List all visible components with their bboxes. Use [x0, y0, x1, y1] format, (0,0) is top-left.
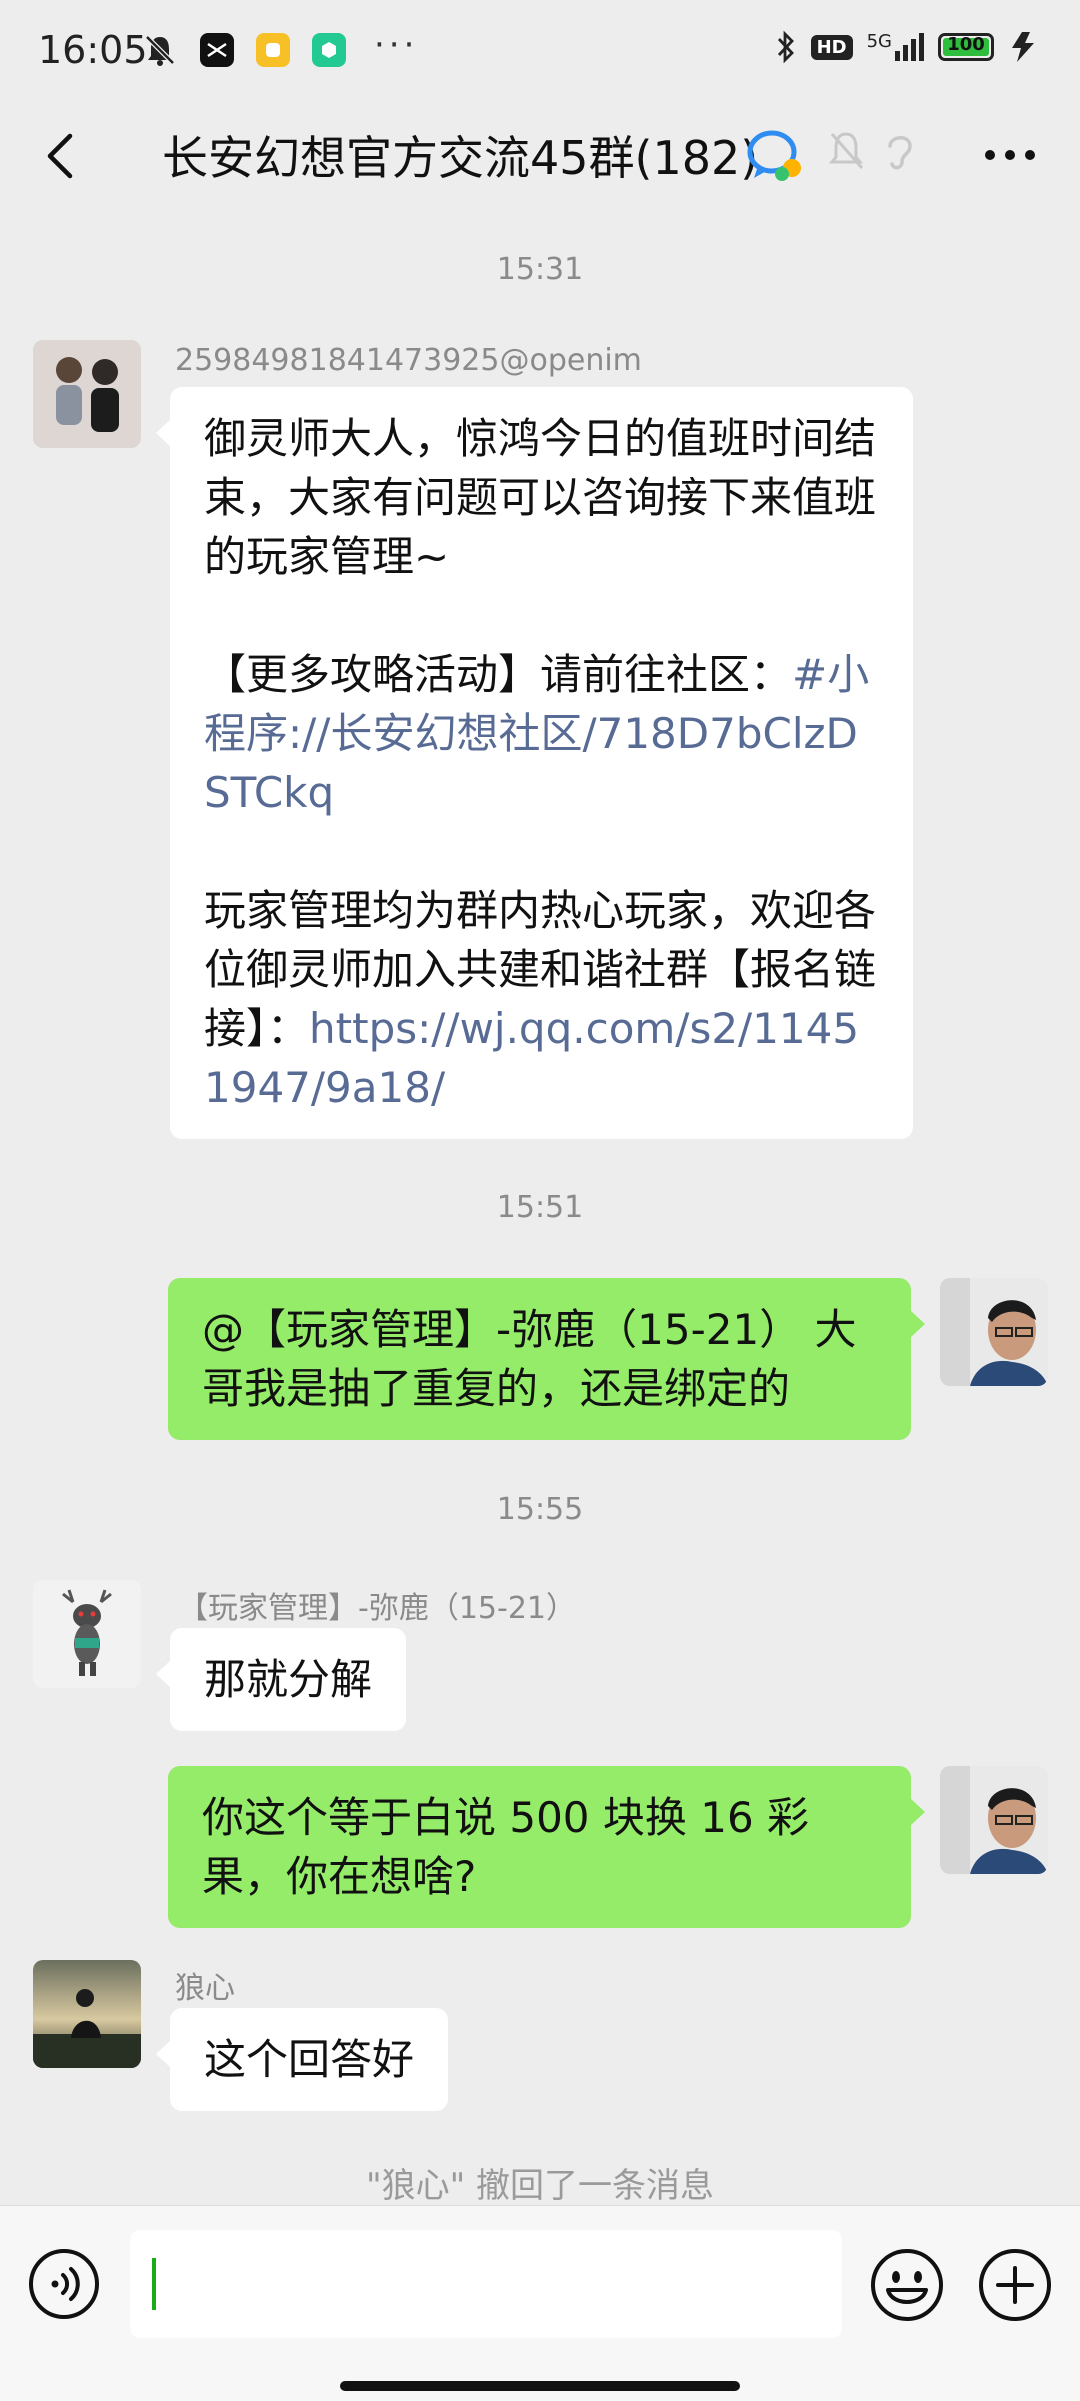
message-text: 御灵师大人，惊鸿今日的值班时间结束，大家有问题可以咨询接下来值班的玩家管理~ 【…: [204, 414, 877, 699]
message-bubble[interactable]: 你这个等于白说 500 块换 16 彩果，你在想啥?: [168, 1766, 925, 1928]
network-label: 5G: [866, 31, 892, 52]
emoji-icon[interactable]: [870, 2248, 944, 2322]
status-time: 16:05: [38, 28, 148, 72]
charging-icon: [1012, 32, 1034, 62]
sender-name: 狼心: [175, 1971, 235, 2006]
message-text: 这个回答好: [204, 2035, 415, 2084]
back-arrow-icon[interactable]: [30, 126, 90, 186]
time-label: 15:55: [496, 1492, 584, 1527]
message-bubble[interactable]: 这个回答好: [155, 2008, 449, 2111]
mute-bell-icon: [145, 35, 175, 66]
text-cursor: [152, 2258, 156, 2310]
my-avatar[interactable]: [940, 1278, 1048, 1386]
mute-icon: [828, 132, 864, 169]
avatar[interactable]: [33, 1960, 141, 2068]
my-avatar[interactable]: [940, 1766, 1048, 1874]
more-icon[interactable]: [980, 130, 1040, 180]
status-left-icons: ···: [142, 25, 418, 68]
chat-header: 长安幻想官方交流45群(182): [0, 100, 1080, 220]
ear-icon: [888, 136, 912, 170]
bluetooth-icon: [777, 30, 794, 64]
signal-icon: 5G: [867, 33, 924, 61]
message-text: 那就分解: [204, 1655, 373, 1704]
status-bar: 16:05 ··· HD 5G 100: [0, 0, 1080, 100]
input-bar: [0, 2205, 1080, 2401]
message-bubble[interactable]: 御灵师大人，惊鸿今日的值班时间结束，大家有问题可以咨询接下来值班的玩家管理~ 【…: [156, 387, 913, 1139]
time-label: 15:31: [496, 252, 584, 287]
message-bubble[interactable]: @【玩家管理】-弥鹿（15-21） 大哥我是抽了重复的，还是绑定的: [168, 1278, 925, 1440]
status-right-icons: HD 5G 100: [775, 30, 1040, 64]
capcut-icon: [200, 33, 234, 67]
voice-icon[interactable]: [28, 2248, 100, 2320]
sender-name: 25984981841473925@openim: [175, 343, 642, 378]
group-chat-icon[interactable]: [746, 128, 806, 184]
message-input[interactable]: [130, 2230, 842, 2338]
message-bubble[interactable]: 那就分解: [155, 1628, 407, 1731]
avatar[interactable]: [33, 340, 141, 448]
sender-name: 【玩家管理】-弥鹿（15-21）: [178, 1591, 576, 1626]
hd-icon: HD: [810, 34, 853, 60]
battery-percent: 100: [947, 34, 985, 55]
green-app-icon: [312, 33, 346, 67]
message-text: @【玩家管理】-弥鹿（15-21） 大哥我是抽了重复的，还是绑定的: [202, 1305, 857, 1413]
plus-icon[interactable]: [978, 2248, 1052, 2322]
time-label: 15:51: [496, 1190, 584, 1225]
avatar[interactable]: [33, 1580, 141, 1688]
recall-notice: "狼心" 撤回了一条消息: [365, 2166, 715, 2206]
battery-icon: 100: [938, 33, 994, 61]
yellow-app-icon: [256, 33, 290, 67]
home-indicator[interactable]: [340, 2381, 740, 2391]
message-text: 你这个等于白说 500 块换 16 彩果，你在想啥?: [202, 1793, 810, 1901]
page-title[interactable]: 长安幻想官方交流45群(182): [162, 122, 758, 188]
more-dots-icon: ···: [374, 25, 419, 65]
